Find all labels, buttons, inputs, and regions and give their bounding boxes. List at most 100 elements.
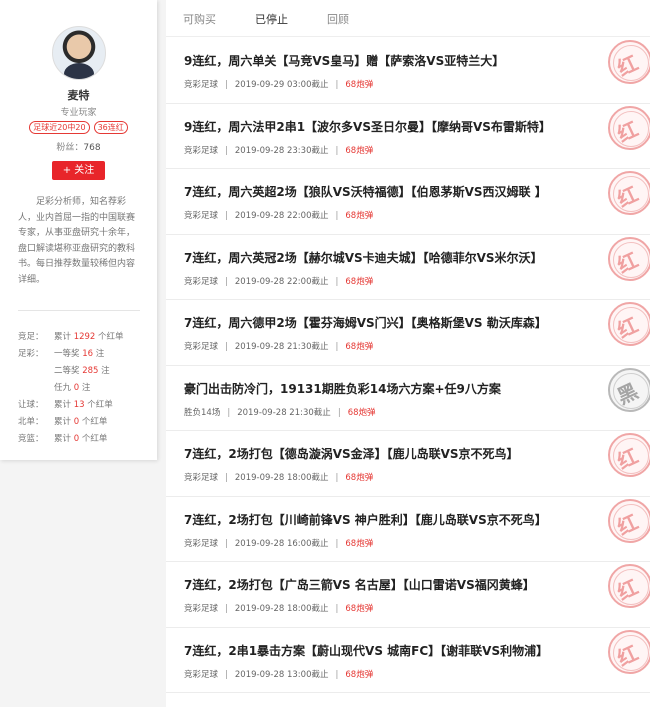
meta-separator: | <box>335 80 339 90</box>
item-deadline: 2019-09-28 18:00截止 <box>234 473 329 483</box>
stamp-text: 红 <box>613 181 642 212</box>
red-result-stamp-icon: 红 <box>608 40 650 84</box>
meta-separator: | <box>225 669 228 680</box>
item-category: 竞彩足球 <box>184 211 219 221</box>
list-item[interactable]: 7连红，2场打包【广岛三箭VS 名古屋】【山口雷诺VS福冈黄蜂】 竞彩足球 | 201… <box>166 562 650 628</box>
stat-suffix: 个红单 <box>79 434 108 444</box>
item-title[interactable]: 7连红，周六英冠2场【赫尔城VS卡迪夫城】【哈德菲尔VS米尔沃】 <box>184 249 543 266</box>
list-item[interactable]: 7连红，2场打包【德岛漩涡VS金泽】【鹿儿岛联VS京不死鸟】竞彩足球 | 2019-… <box>166 431 650 497</box>
meta-separator: | <box>225 211 228 221</box>
fans-count: 粉丝：768 <box>0 140 157 153</box>
tab-available[interactable]: 可购买 <box>183 11 216 27</box>
tab-stopped[interactable]: 已停止 <box>255 11 288 27</box>
stat-prefix: 累计 <box>54 417 74 427</box>
item-meta: 胜负14场 | 2019-09-28 21:30截止 | 68炮弹 <box>184 406 376 418</box>
stat-number: 1292 <box>73 332 96 342</box>
stat-row: 竞足： 累计 1292 个红单 <box>18 329 148 346</box>
item-title[interactable]: 7连红，2场打包【川崎前锋VS 神户胜利】【鹿儿岛联VS京不死鸟】 <box>184 511 547 528</box>
stamp-text: 红 <box>613 247 642 278</box>
meta-separator: | <box>335 604 339 614</box>
item-price: 68炮弹 <box>345 80 374 90</box>
item-deadline: 2019-09-28 13:00截止 <box>234 669 329 680</box>
list-item[interactable]: 7连红，周六英超2场【狼队VS沃特福德】【伯恩茅斯VS西汉姆联 】竞彩足球 | 20… <box>166 169 650 235</box>
meta-separator: | <box>227 407 231 418</box>
stat-number: 13 <box>73 400 85 410</box>
stamp-text: 红 <box>613 116 642 147</box>
stat-prefix: 一等奖 <box>54 349 83 359</box>
item-category: 竞彩足球 <box>184 80 219 90</box>
meta-separator: | <box>225 473 228 483</box>
item-title[interactable]: 7连红，周六德甲2场【霍芬海姆VS门兴】【奥格斯堡VS 勒沃库森】 <box>184 314 547 331</box>
avatar[interactable] <box>52 26 106 80</box>
list-item[interactable]: 7连红，2场打包【川崎前锋VS 神户胜利】【鹿儿岛联VS京不死鸟】 竞彩足球 | 20… <box>166 497 650 562</box>
meta-separator: | <box>335 669 339 680</box>
stat-suffix: 注 <box>93 349 105 359</box>
stat-suffix: 个红单 <box>79 417 108 427</box>
stat-value: 累计 0 个红单 <box>54 414 107 431</box>
red-result-stamp-icon: 红 <box>608 302 650 346</box>
item-category: 竞彩足球 <box>184 473 219 483</box>
meta-separator: | <box>225 538 228 549</box>
stamp-text: 红 <box>613 50 642 81</box>
meta-separator: | <box>225 276 228 287</box>
stat-row: 让球： 累计 13 个红单 <box>18 397 148 414</box>
stat-row: 任九 0 注 <box>18 380 148 397</box>
profile-bio: 足彩分析师，知名荐彩人，业内首屈一指的中国联赛专家，从事亚盘研究十余年，盘口解读… <box>18 197 136 285</box>
item-price: 68炮弹 <box>345 669 374 680</box>
red-result-stamp-icon: 红 <box>608 564 650 608</box>
plan-list: 9连红，周六单关【马竞VS皇马】赠【萨索洛VS亚特兰大】 竞彩足球 | 2019-09… <box>166 38 650 693</box>
item-deadline: 2019-09-28 21:30截止 <box>237 407 331 418</box>
fans-number: 768 <box>83 143 101 153</box>
meta-separator: | <box>225 342 228 352</box>
red-result-stamp-icon: 红 <box>608 105 650 150</box>
item-deadline: 2019-09-28 16:00截止 <box>234 538 329 549</box>
item-title[interactable]: 7连红，2场打包【广岛三箭VS 名古屋】【山口雷诺VS福冈黄蜂】 <box>184 576 535 593</box>
follow-button[interactable]: + 关注 <box>52 161 105 180</box>
stat-row: 足彩： 一等奖 16 注 <box>18 346 148 363</box>
item-category: 胜负14场 <box>184 407 221 418</box>
list-item[interactable]: 7连红，2串1暴击方案【蔚山现代VS 城南FC】【谢菲联VS利物浦】竞彩足球 | 2… <box>166 628 650 693</box>
red-result-stamp-icon: 红 <box>608 171 650 215</box>
stat-value: 累计 13 个红单 <box>54 397 113 414</box>
stat-key: 北单： <box>18 417 44 427</box>
item-price: 68炮弹 <box>345 276 374 287</box>
item-price: 68炮弹 <box>345 211 374 221</box>
tab-review[interactable]: 回顾 <box>327 11 349 27</box>
stat-key: 竞足： <box>18 332 44 342</box>
meta-separator: | <box>335 276 339 287</box>
stat-row: 二等奖 285 注 <box>18 363 148 380</box>
stat-row: 竞篮： 累计 0 个红单 <box>18 431 148 448</box>
list-item[interactable]: 9连红，周六法甲2串1【波尔多VS圣日尔曼】【摩纳哥VS布雷斯特】竞彩足球 | 20… <box>166 104 650 169</box>
red-result-stamp-icon: 红 <box>608 433 650 477</box>
item-deadline: 2019-09-29 03:00截止 <box>234 80 329 90</box>
item-category: 竞彩足球 <box>184 669 219 680</box>
stat-suffix: 个红单 <box>95 332 124 342</box>
stat-value: 一等奖 16 注 <box>54 346 104 363</box>
list-item[interactable]: 9连红，周六单关【马竞VS皇马】赠【萨索洛VS亚特兰大】竞彩足球 | 2019-09… <box>166 38 650 104</box>
profile-role: 专业玩家 <box>60 108 97 118</box>
stat-suffix: 注 <box>79 383 91 393</box>
tab-bar: 可购买 已停止 回顾 <box>166 0 650 37</box>
stat-suffix: 注 <box>98 366 110 376</box>
list-item[interactable]: 7连红，周六英冠2场【赫尔城VS卡迪夫城】【哈德菲尔VS米尔沃】 竞彩足球 | 201… <box>166 235 650 300</box>
stat-prefix: 累计 <box>54 332 74 342</box>
meta-separator: | <box>335 473 339 483</box>
item-title[interactable]: 9连红，周六法甲2串1【波尔多VS圣日尔曼】【摩纳哥VS布雷斯特】 <box>184 118 551 135</box>
stamp-text: 红 <box>613 312 642 343</box>
item-title[interactable]: 9连红，周六单关【马竞VS皇马】赠【萨索洛VS亚特兰大】 <box>184 52 504 69</box>
item-price: 68炮弹 <box>345 342 374 352</box>
item-title[interactable]: 7连红，周六英超2场【狼队VS沃特福德】【伯恩茅斯VS西汉姆联 】 <box>184 183 547 200</box>
list-item[interactable]: 豪门出击防冷门，19131期胜负彩14场六方案+任9八方案胜负14场 | 2019-… <box>166 366 650 431</box>
item-deadline: 2019-09-28 22:00截止 <box>234 276 329 287</box>
item-title[interactable]: 豪门出击防冷门，19131期胜负彩14场六方案+任9八方案 <box>184 380 501 397</box>
item-deadline: 2019-09-28 18:00截止 <box>234 604 329 614</box>
list-item[interactable]: 7连红，周六德甲2场【霍芬海姆VS门兴】【奥格斯堡VS 勒沃库森】 竞彩足球 | 20… <box>166 300 650 366</box>
stamp-text: 黑 <box>613 378 642 409</box>
item-title[interactable]: 7连红，2场打包【德岛漩涡VS金泽】【鹿儿岛联VS京不死鸟】 <box>184 445 519 462</box>
item-meta: 竞彩足球 | 2019-09-28 23:30截止 | 68炮弹 <box>184 144 373 156</box>
stat-suffix: 个红单 <box>84 400 113 410</box>
item-meta: 竞彩足球 | 2019-09-28 18:00截止 | 68炮弹 <box>184 471 373 483</box>
item-title[interactable]: 7连红，2串1暴击方案【蔚山现代VS 城南FC】【谢菲联VS利物浦】 <box>184 642 548 659</box>
stat-number: 285 <box>82 366 99 376</box>
stat-number: 16 <box>82 349 94 359</box>
